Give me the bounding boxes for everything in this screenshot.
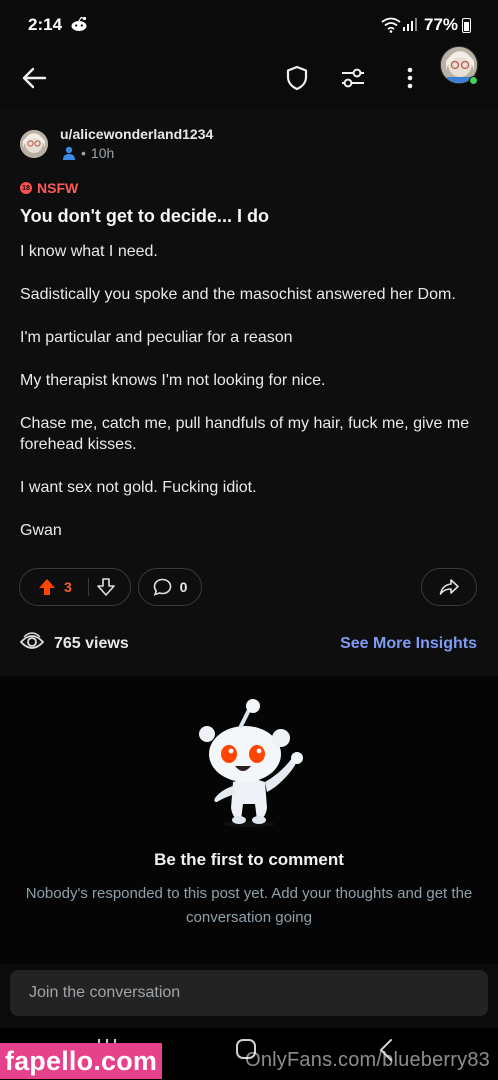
post-paragraph: Sadistically you spoke and the masochist… xyxy=(20,286,456,303)
post-paragraph: I know what I need. xyxy=(20,243,158,260)
post-card: u/alicewonderland1234 • 10h 18 NSFW You … xyxy=(0,108,498,676)
user-icon xyxy=(63,146,75,160)
empty-state-title: Be the first to comment xyxy=(154,850,344,869)
vote-count: 3 xyxy=(64,579,72,595)
nsfw-18-icon: 18 xyxy=(20,182,32,194)
meta-separator: • xyxy=(81,145,86,161)
watermark-badge: fapello.com xyxy=(0,1043,162,1079)
back-button[interactable] xyxy=(16,60,52,96)
nsfw-label: NSFW xyxy=(37,180,79,196)
post-meta: • 10h xyxy=(62,145,114,161)
upvote-button[interactable] xyxy=(32,568,62,606)
watermark-text: OnlyFans.com/blueberry83 xyxy=(245,1049,490,1071)
eye-views-icon xyxy=(19,630,45,659)
post-actions: 3 0 xyxy=(0,568,498,608)
empty-state-subtitle: Nobody's responded to this post yet. Add… xyxy=(25,885,473,926)
sliders-icon xyxy=(342,68,364,88)
reddit-snoo-icon xyxy=(70,16,88,37)
more-button[interactable] xyxy=(396,60,424,96)
shield-icon xyxy=(286,65,308,91)
downvote-button[interactable] xyxy=(89,568,123,606)
arrow-left-icon xyxy=(22,67,47,89)
signal-icon xyxy=(402,17,418,37)
post-author[interactable]: u/alicewonderland1234 xyxy=(60,126,213,142)
comment-composer-input[interactable]: Join the conversation xyxy=(10,970,488,1016)
empty-comments-section: Be the first to comment Nobody's respond… xyxy=(0,676,498,964)
nsfw-tag: 18 NSFW xyxy=(20,180,78,196)
more-vertical-icon xyxy=(407,67,413,89)
author-avatar[interactable] xyxy=(20,130,48,158)
comments-button[interactable]: 0 xyxy=(138,568,202,606)
battery-icon xyxy=(462,18,471,33)
status-time: 2:14 xyxy=(28,15,63,34)
post-paragraph: Chase me, catch me, pull handfuls of my … xyxy=(20,415,470,453)
post-paragraph: I want sex not gold. Fucking idiot. xyxy=(20,479,257,496)
post-title: You don't get to decide... I do xyxy=(20,206,269,226)
views-count: 765 views xyxy=(54,635,129,652)
insights-row: 765 views See More Insights xyxy=(0,630,498,658)
online-status-dot xyxy=(469,76,478,85)
author-portrait-icon xyxy=(20,130,48,158)
downvote-arrow-icon xyxy=(97,578,115,596)
post-paragraph: I'm particular and peculiar for a reason xyxy=(20,329,293,346)
upvote-arrow-icon xyxy=(39,579,55,595)
post-body: I know what I need. Sadistically you spo… xyxy=(20,241,482,563)
mod-shield-button[interactable] xyxy=(280,60,314,96)
post-paragraph: Gwan xyxy=(20,522,62,539)
battery-percent: 77% xyxy=(424,15,459,34)
share-arrow-icon xyxy=(439,579,459,595)
see-more-insights-link[interactable]: See More Insights xyxy=(340,635,477,653)
snoo-mascot-icon xyxy=(199,699,303,827)
comment-count: 0 xyxy=(179,579,188,595)
status-bar: 2:14 77% xyxy=(0,0,498,50)
comment-bubble-icon xyxy=(153,578,171,596)
post-paragraph: My therapist knows I'm not looking for n… xyxy=(20,372,326,389)
composer-placeholder: Join the conversation xyxy=(29,984,181,1001)
filter-button[interactable] xyxy=(336,60,370,96)
app-bar xyxy=(0,50,498,108)
vote-bar: 3 xyxy=(19,568,131,606)
share-button[interactable] xyxy=(421,568,477,606)
wifi-icon xyxy=(381,17,401,38)
post-age: 10h xyxy=(90,145,115,161)
